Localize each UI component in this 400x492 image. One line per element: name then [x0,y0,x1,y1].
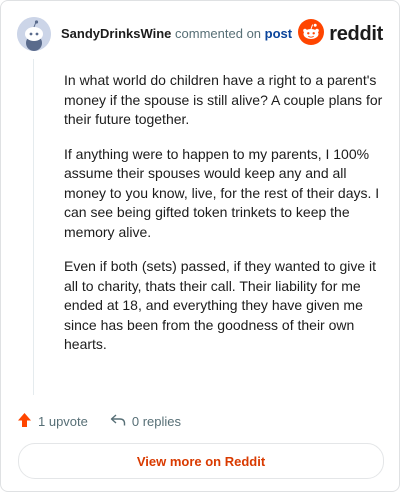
thread-line [33,59,34,395]
upvote-stat[interactable]: 1 upvote [17,412,88,431]
view-more-button[interactable]: View more on Reddit [18,443,384,479]
comment-paragraph: Even if both (sets) passed, if they want… [64,258,377,352]
upvote-count: 1 upvote [38,413,88,429]
comment-paragraph: If anything were to happen to my parents… [64,145,380,240]
reddit-logo[interactable]: reddit [298,18,383,50]
post-link[interactable]: post [265,26,292,41]
author-username[interactable]: SandyDrinksWine [61,26,171,41]
comment-footer: 1 upvote 0 replies [17,411,203,431]
comment-header: SandyDrinksWine commented on post reddit [17,17,383,51]
reddit-logo-text: reddit [329,22,383,45]
comment-body: In what world do children have a right t… [64,71,384,370]
author-line: SandyDrinksWine commented on post [61,26,292,42]
comment-embed-card: SandyDrinksWine commented on post reddit [0,0,400,492]
reply-stat[interactable]: 0 replies [110,413,181,430]
upvote-arrow-icon[interactable] [17,412,32,431]
comment-paragraph: In what world do children have a right t… [64,72,383,127]
snoo-avatar-icon[interactable] [17,17,51,51]
comment-action-text: commented on [175,26,262,41]
reply-arrow-icon[interactable] [110,413,126,430]
reddit-logo-icon [298,18,325,50]
reply-count: 0 replies [131,413,182,429]
